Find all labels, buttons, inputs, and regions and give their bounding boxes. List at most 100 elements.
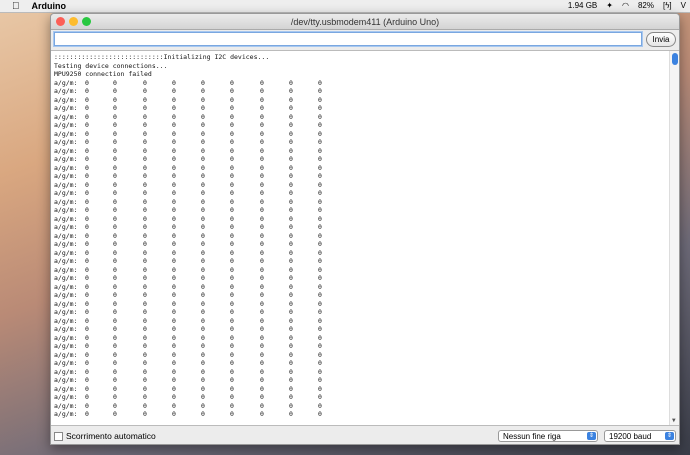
row-value: 0 — [289, 248, 293, 257]
scrollbar-thumb[interactable] — [672, 53, 678, 65]
row-value: 0 — [113, 214, 117, 223]
autoscroll-checkbox[interactable] — [54, 431, 63, 441]
row-value: 0 — [85, 214, 89, 223]
scroll-down-arrow-icon[interactable]: ▼ — [672, 417, 676, 424]
row-value: 0 — [289, 223, 293, 231]
row-value: 0 — [143, 78, 147, 87]
output-row: a/g/m: 0 0 0 0 0 0 0 0 0 — [54, 113, 679, 122]
output-row: a/g/m: 0 0 0 0 0 0 0 0 0 — [54, 257, 679, 266]
row-value: 0 — [201, 325, 205, 333]
row-value: 0 — [201, 291, 205, 299]
row-label: a/g/m: — [54, 180, 78, 189]
row-label: a/g/m: — [54, 240, 78, 248]
row-value: 0 — [85, 274, 89, 282]
memory-status[interactable]: 1.94 GB — [568, 1, 597, 10]
row-value: 0 — [172, 401, 176, 410]
row-value: 0 — [85, 316, 89, 325]
row-value: 0 — [318, 129, 322, 138]
row-value: 0 — [85, 342, 89, 350]
menu-app-name[interactable]: Arduino — [32, 1, 67, 11]
row-value: 0 — [289, 180, 293, 189]
row-value: 0 — [113, 87, 117, 95]
apple-icon[interactable]:  — [12, 1, 20, 12]
row-value: 0 — [201, 214, 205, 223]
line-ending-select[interactable]: Nessun fine riga ⇕ — [498, 430, 598, 442]
row-label: a/g/m: — [54, 189, 78, 197]
row-value: 0 — [143, 299, 147, 308]
row-value: 0 — [172, 325, 176, 333]
row-value: 0 — [143, 376, 147, 384]
row-value: 0 — [260, 265, 264, 274]
row-value: 0 — [260, 359, 264, 367]
row-value: 0 — [143, 189, 147, 197]
row-value: 0 — [172, 299, 176, 308]
output-row: a/g/m: 0 0 0 0 0 0 0 0 0 — [54, 249, 679, 258]
row-value: 0 — [318, 121, 322, 129]
row-value: 0 — [318, 282, 322, 291]
row-value: 0 — [113, 78, 117, 87]
row-label: a/g/m: — [54, 163, 78, 172]
row-value: 0 — [85, 350, 89, 359]
row-value: 0 — [289, 206, 293, 214]
row-value: 0 — [260, 172, 264, 180]
row-value: 0 — [260, 189, 264, 197]
row-value: 0 — [201, 274, 205, 282]
row-value: 0 — [201, 316, 205, 325]
row-value: 0 — [85, 401, 89, 410]
output-row: a/g/m: 0 0 0 0 0 0 0 0 0 — [54, 130, 679, 139]
row-value: 0 — [201, 189, 205, 197]
menu-extra[interactable]: V — [681, 1, 686, 10]
row-value: 0 — [318, 180, 322, 189]
row-value: 0 — [260, 214, 264, 223]
row-value: 0 — [85, 206, 89, 214]
row-value: 0 — [201, 342, 205, 350]
row-value: 0 — [201, 197, 205, 206]
wifi-icon[interactable]: ◠ — [622, 1, 629, 10]
row-value: 0 — [85, 129, 89, 138]
battery-percent[interactable]: 82% — [638, 1, 654, 10]
baud-select[interactable]: 19200 baud ⇕ — [604, 430, 676, 442]
dropbox-icon[interactable]: ✦ — [606, 1, 613, 10]
row-value: 0 — [172, 129, 176, 138]
send-input[interactable] — [54, 32, 642, 46]
row-label: a/g/m: — [54, 231, 78, 240]
row-label: a/g/m: — [54, 121, 78, 129]
title-bar[interactable]: /dev/tty.usbmodem411 (Arduino Uno) — [51, 14, 679, 30]
row-value: 0 — [113, 384, 117, 393]
row-value: 0 — [85, 78, 89, 87]
row-value: 0 — [289, 138, 293, 146]
battery-icon[interactable]: [ϟ] — [663, 1, 672, 10]
row-value: 0 — [201, 393, 205, 401]
row-value: 0 — [318, 95, 322, 104]
autoscroll-label[interactable]: Scorrimento automatico — [66, 431, 156, 441]
minimize-button[interactable] — [69, 17, 78, 26]
output-row: a/g/m: 0 0 0 0 0 0 0 0 0 — [54, 232, 679, 241]
row-value: 0 — [113, 240, 117, 248]
row-value: 0 — [230, 291, 234, 299]
row-value: 0 — [230, 129, 234, 138]
row-value: 0 — [260, 376, 264, 384]
close-button[interactable] — [56, 17, 65, 26]
row-value: 0 — [260, 248, 264, 257]
row-value: 0 — [143, 95, 147, 104]
serial-output[interactable]: ::::::::::::::::::::::::::::Initializing… — [51, 50, 679, 426]
row-value: 0 — [172, 274, 176, 282]
row-label: a/g/m: — [54, 342, 78, 350]
send-button[interactable]: Invia — [646, 32, 676, 47]
row-value: 0 — [230, 282, 234, 291]
row-value: 0 — [172, 342, 176, 350]
output-row: a/g/m: 0 0 0 0 0 0 0 0 0 — [54, 104, 679, 113]
row-value: 0 — [172, 197, 176, 206]
row-value: 0 — [113, 197, 117, 206]
row-value: 0 — [113, 189, 117, 197]
row-value: 0 — [289, 316, 293, 325]
zoom-button[interactable] — [82, 17, 91, 26]
output-row: a/g/m: 0 0 0 0 0 0 0 0 0 — [54, 172, 679, 181]
row-value: 0 — [143, 231, 147, 240]
row-value: 0 — [201, 265, 205, 274]
scrollbar[interactable]: ▼ — [669, 51, 679, 425]
row-value: 0 — [113, 350, 117, 359]
row-value: 0 — [289, 350, 293, 359]
row-value: 0 — [172, 333, 176, 342]
row-value: 0 — [260, 291, 264, 299]
